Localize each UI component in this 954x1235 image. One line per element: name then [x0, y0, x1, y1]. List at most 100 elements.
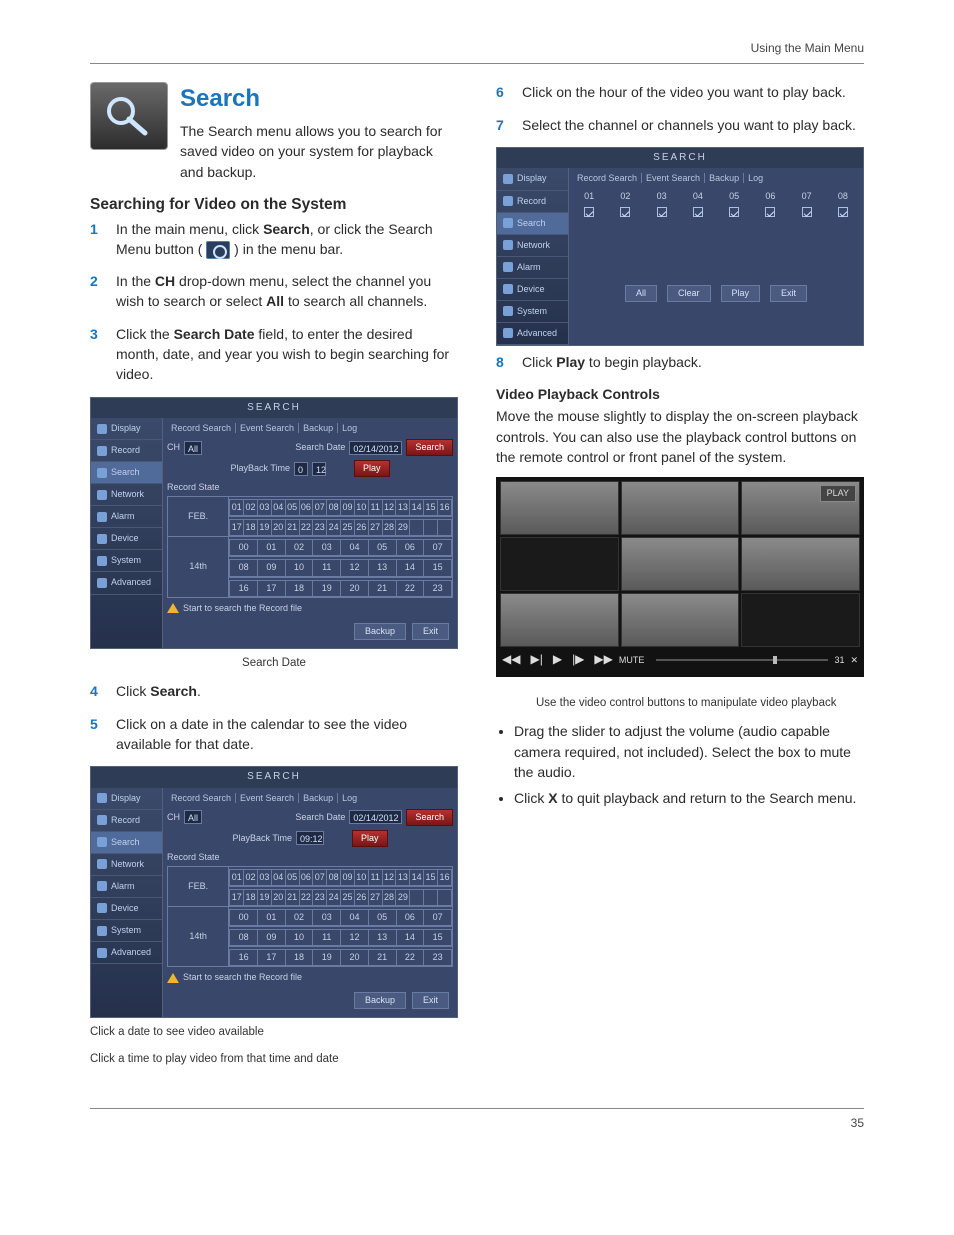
calendar-cell[interactable]: 20	[341, 950, 369, 966]
calendar-cell[interactable]: 15	[424, 930, 452, 946]
dvr-sidebar-item[interactable]: System	[497, 301, 568, 323]
calendar-cell[interactable]: 17	[230, 889, 244, 905]
channel-checkbox[interactable]	[584, 207, 594, 217]
exit-button[interactable]: Exit	[412, 623, 449, 640]
dvr-tab[interactable]: Record Search	[573, 173, 642, 183]
calendar-cell[interactable]: 19	[257, 520, 271, 536]
dvr-tab[interactable]: Backup	[299, 793, 338, 803]
all-button[interactable]: All	[625, 285, 657, 302]
calendar-cell[interactable]: 12	[341, 930, 369, 946]
dvr-tab[interactable]: Event Search	[236, 423, 299, 433]
channel-checkbox[interactable]	[693, 207, 703, 217]
dvr-sidebar-item[interactable]: Display	[497, 168, 568, 190]
calendar-cell[interactable]: 06	[299, 500, 313, 516]
channel-checkbox[interactable]	[657, 207, 667, 217]
calendar-cell[interactable]: 12	[382, 500, 396, 516]
calendar-cell[interactable]: 22	[396, 580, 424, 596]
dvr-sidebar-item[interactable]: Display	[91, 788, 162, 810]
calendar-cell[interactable]: 08	[327, 500, 341, 516]
dvr-sidebar-item[interactable]: Device	[91, 898, 162, 920]
calendar-cell[interactable]: 20	[341, 580, 369, 596]
calendar-cell[interactable]: 01	[230, 869, 244, 885]
calendar-cell[interactable]: 21	[285, 520, 299, 536]
playback-time-field[interactable]: 09:12	[296, 831, 324, 845]
calendar-cell[interactable]: 26	[354, 889, 368, 905]
calendar-cell[interactable]: 23	[313, 889, 327, 905]
calendar-cell[interactable]: 29	[396, 520, 410, 536]
calendar-cell[interactable]: 05	[285, 869, 299, 885]
calendar-cell[interactable]: 25	[341, 520, 355, 536]
dvr-sidebar-item[interactable]: Alarm	[497, 257, 568, 279]
calendar-cell[interactable]: 07	[313, 869, 327, 885]
calendar-cell[interactable]: 16	[230, 580, 258, 596]
close-icon[interactable]: ✕	[850, 654, 858, 667]
calendar-cell[interactable]: 14	[410, 500, 424, 516]
calendar-cell[interactable]: 20	[271, 889, 285, 905]
calendar-cell[interactable]: 13	[368, 930, 396, 946]
calendar-cell[interactable]: 14	[396, 930, 424, 946]
calendar-cell[interactable]: 11	[368, 500, 382, 516]
exit-button[interactable]: Exit	[412, 992, 449, 1009]
dvr-sidebar-item[interactable]: Record	[91, 440, 162, 462]
calendar-cell[interactable]: 06	[396, 909, 424, 925]
calendar-cell[interactable]: 15	[424, 560, 452, 576]
search-button[interactable]: Search	[406, 809, 453, 826]
backup-button[interactable]: Backup	[354, 623, 406, 640]
calendar-cell[interactable]: 26	[354, 520, 368, 536]
calendar-cell[interactable]: 16	[437, 869, 451, 885]
calendar-cell[interactable]: 23	[424, 950, 452, 966]
calendar-cell[interactable]: 10	[354, 869, 368, 885]
dvr-tab[interactable]: Event Search	[236, 793, 299, 803]
channel-checkbox[interactable]	[765, 207, 775, 217]
calendar-cell[interactable]: 22	[299, 520, 313, 536]
calendar-cell[interactable]: 27	[368, 889, 382, 905]
calendar-cell[interactable]: 10	[285, 930, 313, 946]
fast-forward-icon[interactable]: ▶▶	[594, 651, 612, 668]
calendar-cell[interactable]: 18	[244, 520, 258, 536]
calendar-cell[interactable]: 17	[230, 520, 244, 536]
dvr-sidebar-item[interactable]: Network	[91, 854, 162, 876]
dvr-tab[interactable]: Backup	[705, 173, 744, 183]
dvr-sidebar-item[interactable]: Network	[91, 484, 162, 506]
calendar-cell[interactable]: 16	[437, 500, 451, 516]
calendar-cell[interactable]: 24	[327, 889, 341, 905]
calendar-cell[interactable]: 08	[230, 560, 258, 576]
dvr-tab[interactable]: Log	[338, 793, 361, 803]
calendar-grid[interactable]: FEB.01020304050607080910111213141516 171…	[167, 496, 453, 597]
channel-checkbox[interactable]	[802, 207, 812, 217]
dvr-tab[interactable]: Log	[338, 423, 361, 433]
calendar-cell[interactable]: 05	[368, 540, 396, 556]
ch-dropdown[interactable]: All	[184, 810, 202, 824]
prev-icon[interactable]: ▶|	[530, 651, 542, 668]
channel-checkbox[interactable]	[838, 207, 848, 217]
calendar-cell[interactable]: 11	[313, 560, 341, 576]
clear-button[interactable]: Clear	[667, 285, 711, 302]
calendar-cell[interactable]: 09	[341, 500, 355, 516]
dvr-sidebar-item[interactable]: System	[91, 550, 162, 572]
calendar-cell[interactable]: 06	[299, 869, 313, 885]
calendar-cell[interactable]: 16	[230, 950, 258, 966]
search-button[interactable]: Search	[406, 439, 453, 456]
calendar-cell[interactable]	[424, 520, 438, 536]
calendar-cell[interactable]: 00	[230, 909, 258, 925]
calendar-cell[interactable]: 19	[313, 580, 341, 596]
calendar-cell[interactable]	[424, 889, 438, 905]
calendar-cell[interactable]: 27	[368, 520, 382, 536]
calendar-cell[interactable]: 22	[396, 950, 424, 966]
calendar-cell[interactable]: 17	[258, 580, 286, 596]
calendar-cell[interactable]: 08	[230, 930, 258, 946]
volume-slider[interactable]	[656, 659, 828, 661]
calendar-cell[interactable]: 15	[424, 869, 438, 885]
calendar-cell[interactable]: 22	[299, 889, 313, 905]
calendar-cell[interactable]: 12	[382, 869, 396, 885]
calendar-cell[interactable]: 01	[258, 540, 286, 556]
dvr-sidebar-item[interactable]: System	[91, 920, 162, 942]
search-date-field[interactable]: 02/14/2012	[349, 810, 402, 824]
calendar-cell[interactable]: 14	[410, 869, 424, 885]
calendar-cell[interactable]: 21	[285, 889, 299, 905]
calendar-cell[interactable]: 13	[368, 560, 396, 576]
dvr-sidebar-item[interactable]: Display	[91, 418, 162, 440]
calendar-cell[interactable]: 11	[313, 930, 341, 946]
calendar-cell[interactable]: 07	[313, 500, 327, 516]
calendar-cell[interactable]: 29	[396, 889, 410, 905]
